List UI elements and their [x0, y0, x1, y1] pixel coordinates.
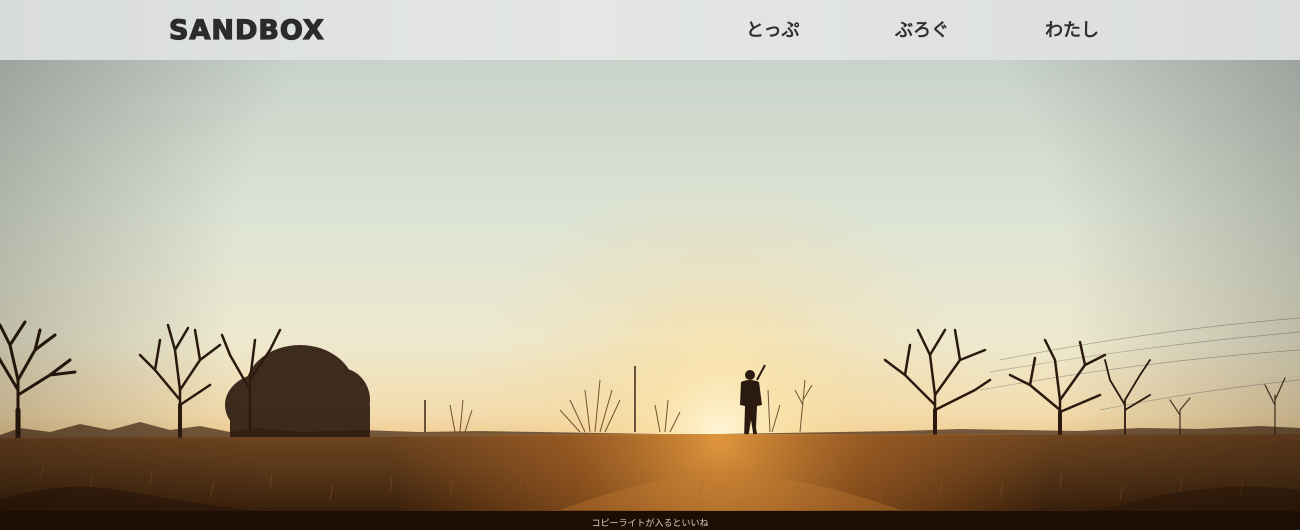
nav-item-top[interactable]: とっぷ [746, 0, 799, 62]
nav-item-blog[interactable]: ぶろぐ [895, 0, 949, 62]
site-header: SANDBOX とっぷ ぶろぐ わたし [0, 0, 1300, 60]
nav-item-about[interactable]: わたし [1045, 0, 1099, 62]
page: SANDBOX とっぷ ぶろぐ わたし コピーライトが入るといいね [0, 0, 1300, 530]
hero-image [0, 60, 1300, 511]
copyright-text: コピーライトが入るといいね [591, 519, 709, 529]
site-footer: コピーライトが入るといいね [0, 511, 1300, 530]
site-logo[interactable]: SANDBOX [168, 14, 325, 48]
